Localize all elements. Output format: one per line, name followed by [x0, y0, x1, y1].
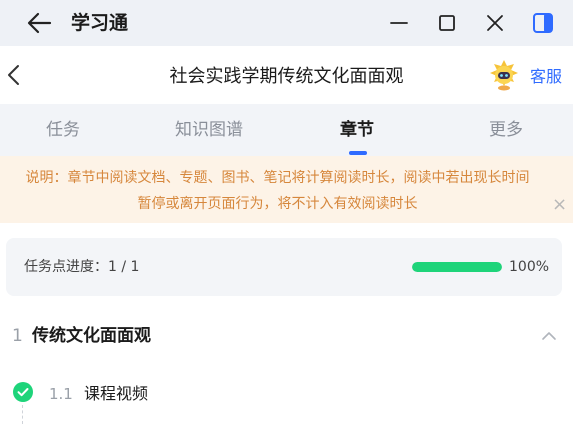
task-progress-label: 任务点进度：1 / 1 [24, 259, 140, 275]
notice-close-icon[interactable]: × [552, 196, 567, 214]
progress-percent: 100% [509, 259, 550, 275]
sidebar-toggle-icon[interactable] [530, 10, 556, 36]
chevron-up-icon[interactable] [541, 328, 557, 344]
app-title: 学习通 [71, 12, 129, 34]
mascot-icon[interactable] [487, 58, 521, 92]
section-connector-line [22, 405, 23, 424]
notice-line-2: 暂停或离开页面行为，将不计入有效阅读时长 [137, 196, 418, 212]
notice-banner: 说明：章节中阅读文档、专题、图书、笔记将计算阅读时长，阅读中若出现长时间 暂停或… [0, 156, 573, 223]
maximize-icon[interactable] [434, 10, 460, 36]
progress-bar-track [412, 262, 502, 272]
task-progress-card: 任务点进度：1 / 1 100% [6, 238, 562, 296]
tab-bar: 任务 知识图谱 章节 更多 [0, 104, 573, 156]
close-icon[interactable] [482, 10, 508, 36]
tab-more[interactable]: 更多 [489, 119, 523, 141]
section-item[interactable]: 1.1 课程视频 [0, 378, 573, 412]
tab-knowledge-graph[interactable]: 知识图谱 [175, 119, 243, 141]
active-tab-indicator [349, 151, 367, 155]
chapter-number: 1 [12, 326, 23, 346]
minimize-icon[interactable] [386, 10, 412, 36]
tab-chapters[interactable]: 章节 [340, 119, 374, 141]
section-number: 1.1 [49, 385, 73, 403]
customer-service-link[interactable]: 客服 [530, 66, 562, 88]
page-header: 社会实践学期传统文化面面观 客服 [0, 46, 573, 104]
back-arrow-icon[interactable] [26, 10, 52, 36]
completed-check-icon [13, 382, 33, 402]
tab-tasks[interactable]: 任务 [46, 119, 80, 141]
progress-bar-fill [412, 262, 502, 272]
chapter-title: 传统文化面面观 [32, 326, 151, 346]
section-title: 课程视频 [84, 384, 149, 403]
notice-line-1: 说明：章节中阅读文档、专题、图书、笔记将计算阅读时长，阅读中若出现长时间 [25, 170, 530, 186]
chapter-header[interactable]: 1 传统文化面面观 [0, 318, 573, 354]
window-titlebar: 学习通 [0, 0, 573, 46]
notice-text: 说明：章节中阅读文档、专题、图书、笔记将计算阅读时长，阅读中若出现长时间 暂停或… [10, 165, 545, 217]
